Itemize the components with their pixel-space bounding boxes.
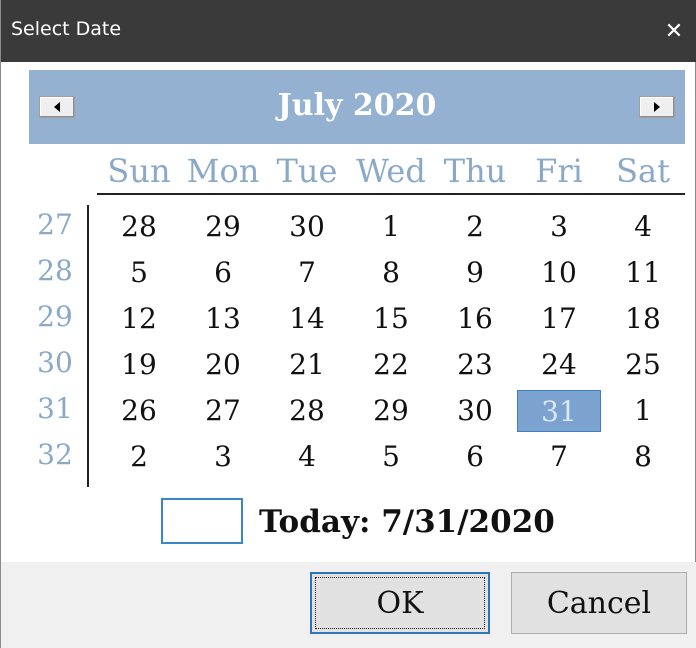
day-cell[interactable]: 25 xyxy=(601,344,685,386)
day-cell-selected[interactable]: 31 xyxy=(517,390,601,432)
day-cell[interactable]: 30 xyxy=(433,390,517,432)
day-cell[interactable]: 29 xyxy=(181,206,265,248)
day-cell[interactable]: 4 xyxy=(265,436,349,478)
day-cell[interactable]: 13 xyxy=(181,298,265,340)
title-bar: Select Date ✕ xyxy=(1,0,696,62)
day-cell[interactable]: 1 xyxy=(349,206,433,248)
today-marker-box xyxy=(161,498,243,544)
week-number: 32 xyxy=(37,438,73,471)
arrow-right-icon xyxy=(654,102,660,112)
day-cell[interactable]: 8 xyxy=(601,436,685,478)
day-cell[interactable]: 10 xyxy=(517,252,601,294)
day-cell[interactable]: 28 xyxy=(97,206,181,248)
day-cell[interactable]: 4 xyxy=(601,206,685,248)
close-icon[interactable]: ✕ xyxy=(651,0,696,62)
ok-button[interactable]: OK xyxy=(310,572,490,634)
day-cell[interactable]: 26 xyxy=(97,390,181,432)
day-cell[interactable]: 27 xyxy=(181,390,265,432)
day-cell[interactable]: 8 xyxy=(349,252,433,294)
day-cell[interactable]: 12 xyxy=(97,298,181,340)
month-title: July 2020 xyxy=(277,88,437,123)
week-number: 30 xyxy=(37,346,73,379)
day-cell[interactable]: 24 xyxy=(517,344,601,386)
week-number: 28 xyxy=(37,254,73,287)
today-label[interactable]: Today: 7/31/2020 xyxy=(259,504,555,540)
weekday-header: Sun xyxy=(107,152,171,190)
week-number-divider xyxy=(87,205,89,487)
next-month-button[interactable] xyxy=(639,96,675,118)
weekday-header: Mon xyxy=(186,152,260,190)
day-cell[interactable]: 30 xyxy=(265,206,349,248)
day-cell[interactable]: 23 xyxy=(433,344,517,386)
day-cell[interactable]: 3 xyxy=(181,436,265,478)
day-cell[interactable]: 2 xyxy=(433,206,517,248)
day-cell[interactable]: 1 xyxy=(601,390,685,432)
weekday-header: Wed xyxy=(356,152,426,190)
weekday-header: Thu xyxy=(443,152,507,190)
day-cell[interactable]: 16 xyxy=(433,298,517,340)
day-cell[interactable]: 20 xyxy=(181,344,265,386)
day-cell[interactable]: 9 xyxy=(433,252,517,294)
day-cell[interactable]: 7 xyxy=(517,436,601,478)
day-cell[interactable]: 19 xyxy=(97,344,181,386)
weekday-header: Sat xyxy=(616,152,670,190)
day-cell[interactable]: 11 xyxy=(601,252,685,294)
day-cell[interactable]: 28 xyxy=(265,390,349,432)
week-number: 27 xyxy=(37,208,73,241)
calendar-header: July 2020 xyxy=(29,70,685,144)
day-cell[interactable]: 21 xyxy=(265,344,349,386)
day-cell[interactable]: 22 xyxy=(349,344,433,386)
day-cell[interactable]: 18 xyxy=(601,298,685,340)
cancel-button[interactable]: Cancel xyxy=(511,572,687,634)
weekday-header: Fri xyxy=(535,152,583,190)
day-cell[interactable]: 6 xyxy=(433,436,517,478)
day-cell[interactable]: 29 xyxy=(349,390,433,432)
day-cell[interactable]: 7 xyxy=(265,252,349,294)
day-cell[interactable]: 5 xyxy=(349,436,433,478)
week-number: 29 xyxy=(37,300,73,333)
day-cell[interactable]: 15 xyxy=(349,298,433,340)
window-title: Select Date xyxy=(11,18,122,40)
day-cell[interactable]: 2 xyxy=(97,436,181,478)
day-cell[interactable]: 5 xyxy=(97,252,181,294)
week-number: 31 xyxy=(37,392,73,425)
day-cell[interactable]: 6 xyxy=(181,252,265,294)
weekday-header: Tue xyxy=(276,152,338,190)
day-cell[interactable]: 14 xyxy=(265,298,349,340)
day-cell[interactable]: 17 xyxy=(517,298,601,340)
weekday-divider xyxy=(97,193,685,195)
select-date-dialog: Select Date ✕ July 2020 Sun Mon Tue Wed Thu F… xyxy=(0,0,696,648)
day-cell[interactable]: 3 xyxy=(517,206,601,248)
